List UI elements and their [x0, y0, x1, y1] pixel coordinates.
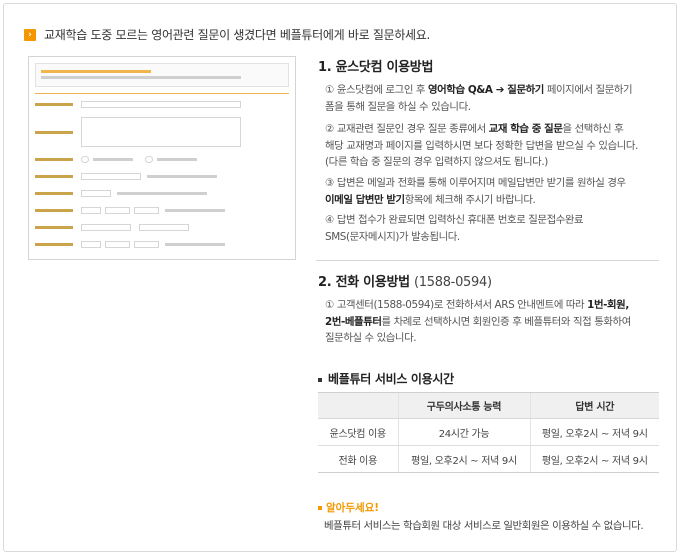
- notice-text: 베플튜터 서비스는 학습회원 대상 서비스로 일반회원은 이용하실 수 없습니다…: [324, 520, 644, 532]
- service-hours-table: 구두의사소통 능력 답변 시간 윤스닷컴 이용 24시간 가능 평일, 오후2시…: [318, 392, 659, 473]
- table-header: [318, 392, 398, 419]
- table-cell: 전화 이용: [318, 445, 398, 473]
- table-cell: 윤스닷컴 이용: [318, 418, 398, 446]
- section1-step4: ④ 답변 접수가 완료되면 입력하신 휴대폰 번호로 질문접수완료 SMS(문자…: [325, 214, 584, 243]
- section1-step1: ① 윤스닷컴에 로그인 후 영어학습 Q&A ➔ 질문하기 페이지에서 질문하기…: [325, 84, 633, 113]
- service-hours-title: 베플튜터 서비스 이용시간: [318, 370, 454, 387]
- header-text: 교재학습 도중 모르는 영어관련 질문이 생겼다면 베플튜터에게 바로 질문하세…: [44, 28, 431, 42]
- thumbnail-intro-box: [35, 63, 289, 87]
- table-header-row: 구두의사소통 능력 답변 시간: [318, 392, 659, 419]
- table-cell: 24시간 가능: [397, 418, 530, 446]
- page-header: › 교재학습 도중 모르는 영어관련 질문이 생겼다면 베플튜터에게 바로 질문…: [24, 26, 430, 43]
- section2-title: 2. 전화 이용방법 (1588-0594): [318, 275, 492, 290]
- section2-step1: ① 고객센터(1588-0594)로 전화하셔서 ARS 안내멘트에 따라 1번…: [325, 299, 631, 344]
- question-form-thumbnail: [28, 56, 296, 260]
- arrow-right-icon: ›: [24, 28, 36, 41]
- table-header: 구두의사소통 능력: [397, 392, 530, 419]
- table-row: 윤스닷컴 이용 24시간 가능 평일, 오후2시 ~ 저녁 9시: [318, 418, 659, 446]
- section-divider: [316, 260, 659, 261]
- notice-title: 알아두세요!: [318, 500, 379, 515]
- table-header: 답변 시간: [529, 392, 659, 419]
- section1-step3: ③ 답변은 메일과 전화를 통해 이루어지며 메일답변만 받기를 원하실 경우 …: [325, 177, 626, 206]
- table-cell: 평일, 오후2시 ~ 저녁 9시: [529, 445, 659, 473]
- section1-title: 1. 윤스닷컴 이용방법: [318, 60, 434, 75]
- table-cell: 평일, 오후2시 ~ 저녁 9시: [397, 445, 530, 473]
- thumbnail-submit-button: [143, 259, 181, 260]
- section1-step2: ② 교재관련 질문인 경우 질문 종류에서 교재 학습 중 질문을 선택하신 후…: [325, 123, 638, 168]
- table-cell: 평일, 오후2시 ~ 저녁 9시: [529, 418, 659, 446]
- table-row: 전화 이용 평일, 오후2시 ~ 저녁 9시 평일, 오후2시 ~ 저녁 9시: [318, 445, 659, 473]
